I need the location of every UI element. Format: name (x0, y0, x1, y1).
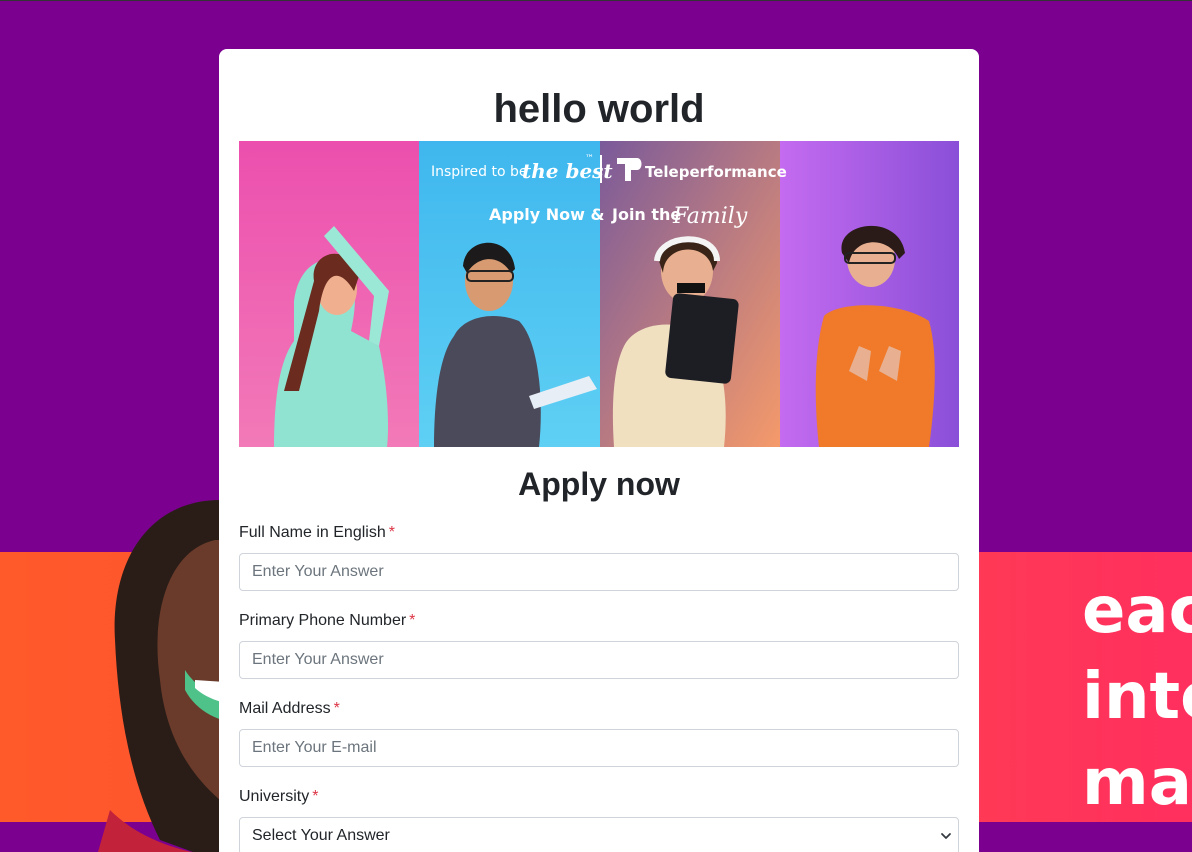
mail-address-label: Mail Address * (239, 699, 959, 719)
banner-brand-name: Teleperformance (645, 163, 787, 181)
phone-number-label: Primary Phone Number * (239, 611, 959, 631)
mail-address-label-text: Mail Address (239, 700, 331, 717)
full-name-group: Full Name in English * Enter Your Answer (239, 523, 959, 591)
email-input[interactable]: Enter Your E-mail (239, 729, 959, 767)
chevron-down-icon (941, 833, 951, 839)
phone-number-input[interactable]: Enter Your Answer (239, 641, 959, 679)
banner-cta-prefix: Apply Now & (489, 205, 605, 224)
background-text-line: mat (1082, 746, 1192, 820)
university-label-text: University (239, 788, 310, 805)
form-title: Apply now (518, 466, 680, 502)
application-card: hello world Inspired to be the best ™ Te… (219, 49, 979, 852)
phone-number-group: Primary Phone Number * Enter Your Answer (239, 611, 959, 679)
full-name-input[interactable]: Enter Your Answer (239, 553, 959, 591)
phone-number-label-text: Primary Phone Number (239, 612, 407, 629)
svg-text:Inspired to be: Inspired to be (431, 164, 527, 180)
university-label: University * (239, 787, 959, 807)
window-top-border (0, 0, 1192, 1)
banner-trademark: ™ (585, 154, 594, 164)
background-text-line: inte (1082, 660, 1192, 734)
page-title: hello world (493, 87, 705, 131)
required-marker: * (388, 524, 395, 541)
banner-cta-mid: Join the (611, 205, 681, 224)
background-banner-text: eac inte mat (1082, 568, 1192, 826)
university-group: University * Select Your Answer (239, 787, 959, 852)
recruitment-banner-image: Inspired to be the best ™ Teleperformanc… (239, 141, 959, 447)
background-text-line: eac (1082, 574, 1192, 648)
required-marker: * (333, 700, 340, 717)
university-select-value: Select Your Answer (252, 827, 390, 844)
banner-divider (600, 155, 602, 183)
banner-cta-emphasis: Family (672, 204, 748, 229)
university-select[interactable]: Select Your Answer (239, 817, 959, 852)
full-name-label-text: Full Name in English (239, 524, 386, 541)
banner-tagline-emphasis: the best (522, 159, 613, 183)
required-marker: * (409, 612, 416, 629)
required-marker: * (312, 788, 319, 805)
mail-address-group: Mail Address * Enter Your E-mail (239, 699, 959, 767)
banner-tagline-prefix: Inspired to be (431, 164, 527, 180)
full-name-label: Full Name in English * (239, 523, 959, 543)
